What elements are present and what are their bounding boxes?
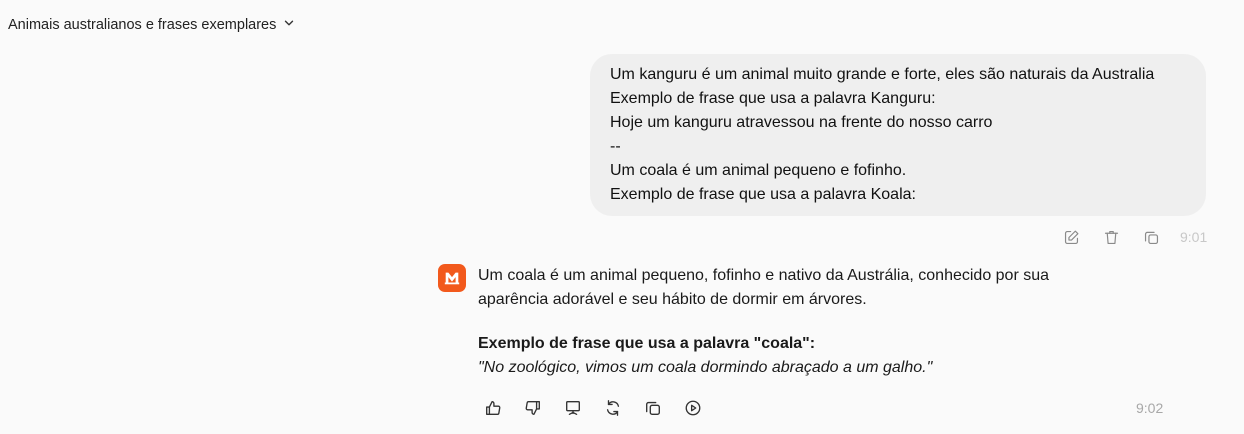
assistant-paragraph: Um coala é um animal pequeno, fofinho e …	[478, 267, 1050, 308]
user-message-line: Exemplo de frase que usa a palavra Koala…	[610, 186, 916, 203]
assistant-message: Um coala é um animal pequeno, fofinho e …	[478, 264, 1118, 380]
user-message-actions: 9:01	[1060, 226, 1207, 248]
thumbs-down-icon[interactable]	[522, 397, 544, 419]
example-heading: Exemplo de frase que usa a palavra "coal…	[478, 335, 816, 352]
thumbs-up-icon[interactable]	[482, 397, 504, 419]
presentation-icon[interactable]	[562, 397, 584, 419]
regenerate-icon[interactable]	[602, 397, 624, 419]
assistant-message-time: 9:02	[1136, 400, 1164, 416]
assistant-avatar-icon	[438, 264, 466, 292]
copy-icon[interactable]	[642, 397, 664, 419]
assistant-message-actions	[482, 397, 722, 419]
chevron-down-icon	[282, 16, 296, 34]
user-message-line: Um coala é um animal pequeno e fofinho.	[610, 162, 907, 179]
edit-icon[interactable]	[1060, 226, 1082, 248]
trash-icon[interactable]	[1100, 226, 1122, 248]
user-message-line: --	[610, 138, 621, 155]
user-message-line: Exemplo de frase que usa a palavra Kangu…	[610, 90, 936, 107]
user-message-line: Um kanguru é um animal muito grande e fo…	[610, 66, 1155, 83]
play-icon[interactable]	[682, 397, 704, 419]
conversation-title: Animais australianos e frases exemplares	[8, 17, 277, 33]
user-message-time: 9:01	[1180, 229, 1208, 245]
chat-page: Animais australianos e frases exemplares…	[0, 0, 1244, 434]
copy-icon[interactable]	[1140, 226, 1162, 248]
conversation-title-dropdown[interactable]: Animais australianos e frases exemplares	[8, 16, 296, 34]
user-message-bubble: Um kanguru é um animal muito grande e fo…	[590, 54, 1206, 216]
user-message-line: Hoje um kanguru atravessou na frente do …	[610, 114, 993, 131]
example-sentence: "No zoológico, vimos um coala dormindo a…	[478, 359, 933, 376]
